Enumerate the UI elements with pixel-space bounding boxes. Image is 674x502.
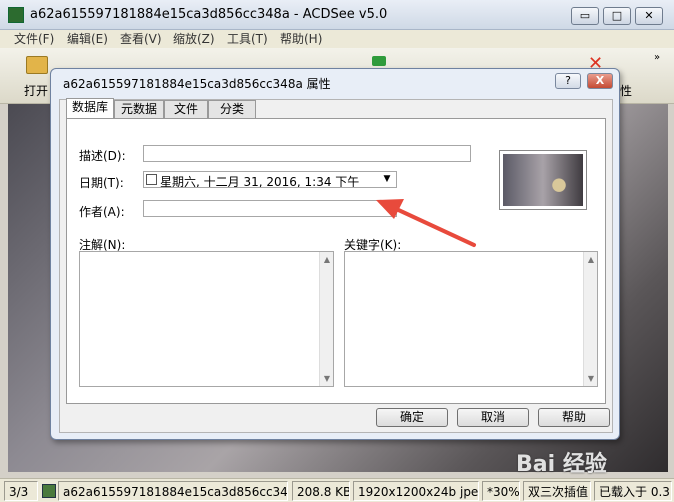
dialog-help-button[interactable]: ? xyxy=(555,73,581,89)
acdsee-app-icon xyxy=(8,7,24,23)
minimize-button[interactable]: ▭ xyxy=(571,7,599,25)
dialog-title: a62a615597181884e15ca3d856cc348a 属性 xyxy=(63,77,331,91)
menu-file[interactable]: 文件(F) xyxy=(14,30,54,48)
green-tool-icon[interactable] xyxy=(372,56,386,66)
menu-zoom[interactable]: 缩放(Z) xyxy=(173,30,215,48)
status-filename: a62a615597181884e15ca3d856cc348a xyxy=(58,481,288,501)
menu-view[interactable]: 查看(V) xyxy=(120,30,162,48)
notes-textarea[interactable]: ▲ ▼ xyxy=(79,251,334,387)
scroll-up-icon[interactable]: ▲ xyxy=(584,255,598,264)
keywords-scrollbar[interactable]: ▲ ▼ xyxy=(583,252,597,386)
status-interpolation: 双三次插值 xyxy=(523,481,591,501)
scroll-down-icon[interactable]: ▼ xyxy=(584,374,598,383)
close-button[interactable]: ✕ xyxy=(635,7,663,25)
date-value: 星期六, 十二月 31, 2016, 1:34 下午 xyxy=(160,175,360,188)
status-zoom: *30% xyxy=(482,481,520,501)
date-checkbox[interactable] xyxy=(146,174,157,185)
tab-metadata[interactable]: 元数据 xyxy=(114,100,164,118)
status-filesize: 208.8 KB xyxy=(292,481,350,501)
image-file-icon xyxy=(42,484,56,498)
open-button-label[interactable]: 打开 xyxy=(24,82,48,99)
scroll-down-icon[interactable]: ▼ xyxy=(320,374,334,383)
help-button[interactable]: 帮助 xyxy=(538,408,610,427)
description-input[interactable] xyxy=(143,145,471,162)
dropdown-arrow-icon[interactable]: ▼ xyxy=(378,172,396,187)
scroll-up-icon[interactable]: ▲ xyxy=(320,255,334,264)
menu-tools[interactable]: 工具(T) xyxy=(227,30,268,48)
status-index: 3/3 xyxy=(4,481,38,501)
toolbar-overflow-icon[interactable]: » xyxy=(654,52,660,63)
description-label: 描述(D): xyxy=(79,149,126,163)
author-input[interactable] xyxy=(143,200,397,217)
title-bar: a62a615597181884e15ca3d856cc348a - ACDSe… xyxy=(0,0,674,30)
properties-dialog: a62a615597181884e15ca3d856cc348a 属性 ? X … xyxy=(50,68,620,440)
status-bar: 3/3 a62a615597181884e15ca3d856cc348a 208… xyxy=(0,478,674,502)
thumbnail-image xyxy=(503,154,583,206)
menu-bar: 文件(F) 编辑(E) 查看(V) 缩放(Z) 工具(T) 帮助(H) xyxy=(0,30,674,48)
annotation-arrow-shaft xyxy=(390,205,476,247)
menu-help[interactable]: 帮助(H) xyxy=(280,30,322,48)
tab-file[interactable]: 文件 xyxy=(164,100,208,118)
date-label: 日期(T): xyxy=(79,176,124,190)
dialog-close-button[interactable]: X xyxy=(587,73,613,89)
tab-database[interactable]: 数据库 xyxy=(66,98,114,118)
properties-button-label[interactable]: 性 xyxy=(620,82,632,99)
notes-scrollbar[interactable]: ▲ ▼ xyxy=(319,252,333,386)
annotation-arrow xyxy=(376,199,476,247)
status-dimensions: 1920x1200x24b jpeg xyxy=(353,481,479,501)
maximize-button[interactable]: □ xyxy=(603,7,631,25)
status-loadtime: 已载入于 0.3 xyxy=(594,481,672,501)
image-thumbnail xyxy=(499,150,587,210)
keywords-textarea[interactable]: ▲ ▼ xyxy=(344,251,598,387)
menu-edit[interactable]: 编辑(E) xyxy=(67,30,108,48)
open-folder-icon[interactable] xyxy=(26,56,48,74)
cancel-button[interactable]: 取消 xyxy=(457,408,529,427)
baidu-watermark: Bai 经验 xyxy=(516,452,607,477)
date-picker[interactable]: 星期六, 十二月 31, 2016, 1:34 下午 ▼ xyxy=(143,171,397,188)
database-panel: 描述(D): 日期(T): 星期六, 十二月 31, 2016, 1:34 下午… xyxy=(66,118,606,404)
tab-category[interactable]: 分类 xyxy=(208,100,256,118)
ok-button[interactable]: 确定 xyxy=(376,408,448,427)
dialog-body: 数据库 元数据 文件 分类 描述(D): 日期(T): 星期六, 十二月 31,… xyxy=(59,98,613,433)
window-title: a62a615597181884e15ca3d856cc348a - ACDSe… xyxy=(30,7,388,22)
author-label: 作者(A): xyxy=(79,205,125,219)
